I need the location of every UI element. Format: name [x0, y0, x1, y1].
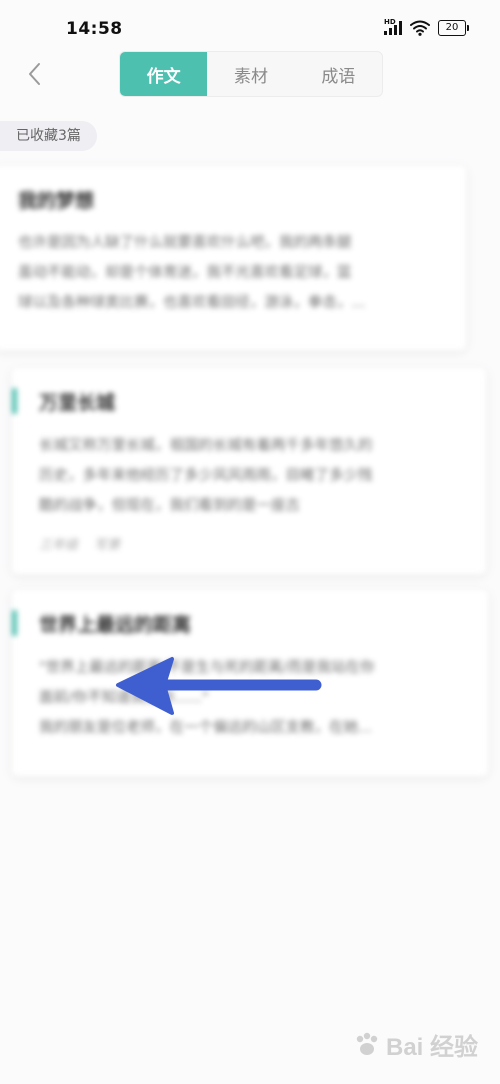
paw-logo-icon [356, 1032, 378, 1055]
essay-card[interactable]: 我的梦想 也许是因为人缺了什么就要喜欢什么吧，我的两条腿 虽动不能动，却是个体育… [0, 166, 466, 350]
status-icons: HD 20 [384, 18, 469, 36]
excerpt-line: 酷的战争，但现在，我们看到的是一座古 [39, 498, 300, 514]
grade-tag: 三年级 [39, 538, 79, 553]
chevron-left-icon [29, 63, 40, 85]
category-tabs: 作文 素材 成语 [119, 51, 383, 97]
collection-count-badge: 已收藏3篇 [0, 121, 97, 151]
status-time: 14:58 [66, 19, 123, 39]
signal-icon: HD [384, 18, 402, 35]
tab-essay[interactable]: 作文 [120, 52, 208, 96]
essay-card-excerpt: 长城又称万里长城，祖国的长城有着两千多年悠久的 历史，多年来他经历了多少风风雨雨… [39, 431, 469, 521]
back-button[interactable] [22, 60, 50, 88]
excerpt-line: 历史，多年来他经历了多少风风雨雨，目睹了多少残 [39, 468, 373, 484]
card-accent-bar [12, 610, 17, 636]
tab-idiom[interactable]: 成语 [295, 52, 382, 96]
essay-card-tags: 三年级 写景 [39, 534, 132, 553]
genre-tag: 写景 [94, 538, 121, 553]
essay-card-title: 我的梦想 [18, 190, 95, 212]
essay-card-title: 世界上最远的距离 [39, 614, 192, 636]
card-accent-bar [12, 388, 17, 414]
excerpt-line: 也许是因为人缺了什么就要喜欢什么吧，我的两条腿 [18, 235, 352, 251]
essay-card-excerpt: 也许是因为人缺了什么就要喜欢什么吧，我的两条腿 虽动不能动，却是个体育迷，我不光… [18, 228, 448, 318]
watermark: Bai 经验 [352, 1027, 478, 1062]
battery-icon: 20 [438, 20, 469, 36]
wifi-icon [410, 20, 430, 36]
status-bar: 14:58 HD 20 [0, 0, 500, 50]
essay-card-title: 万里长城 [39, 392, 116, 414]
excerpt-line: 球以及各种球类比赛，也喜欢看田径，游泳，拳击，... [18, 295, 366, 311]
network-type-label: HD [384, 18, 396, 26]
excerpt-line: 虽动不能动，却是个体育迷，我不光喜欢看足球，篮 [18, 265, 352, 281]
tab-material[interactable]: 素材 [207, 52, 294, 96]
arrow-left-icon [116, 657, 322, 715]
excerpt-line: 长城又称万里长城，祖国的长城有着两千多年悠久的 [39, 438, 373, 454]
watermark-text: Bai 经验 [385, 1034, 478, 1061]
essay-card[interactable]: 万里长城 长城又称万里长城，祖国的长城有着两千多年悠久的 历史，多年来他经历了多… [12, 368, 486, 574]
